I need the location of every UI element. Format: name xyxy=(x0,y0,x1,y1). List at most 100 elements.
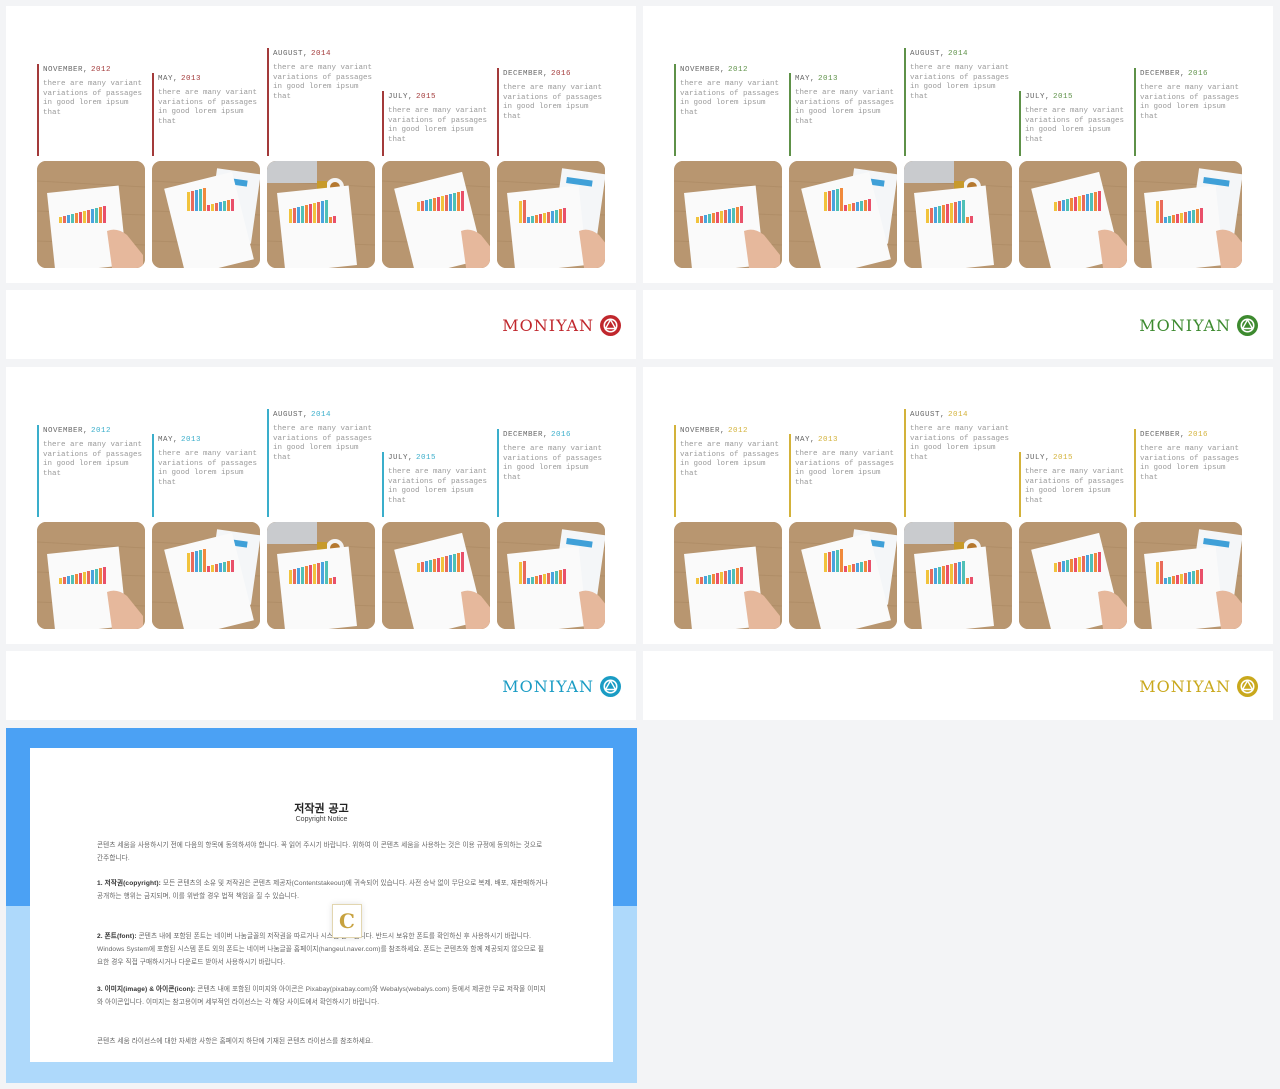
timeline-month: NOVEMBER, xyxy=(680,66,726,74)
brand-logo: MONIYAN xyxy=(1139,675,1258,697)
timeline-year: 2016 xyxy=(1188,70,1209,78)
notice-section-copyright-body: 모든 콘텐츠의 소유 및 저작권은 콘텐츠 제공자(Contentstakeou… xyxy=(97,880,548,900)
timeline-year: 2012 xyxy=(91,427,112,435)
notice-subtitle: Copyright Notice xyxy=(295,816,348,823)
timeline-marker-line xyxy=(789,73,791,156)
timeline-date: AUGUST, 2014 xyxy=(910,411,968,419)
chart-photo xyxy=(674,161,782,268)
timeline-date: MAY, 2013 xyxy=(158,75,201,83)
timeline-description: there are many variant variations of pas… xyxy=(158,450,258,487)
timeline-year: 2015 xyxy=(416,93,437,101)
timeline-slide-cyan: NOVEMBER, 2012 there are many variant vari… xyxy=(6,367,636,644)
timeline-date: NOVEMBER, 2012 xyxy=(43,66,111,74)
copyright-notice-slide: 저작권 공고 Copyright Notice 콘텐츠 세움을 사용하시기 전에… xyxy=(6,728,637,1083)
timeline-month: NOVEMBER, xyxy=(43,427,89,435)
timeline-description: there are many variant variations of pas… xyxy=(43,80,143,117)
timeline-month: AUGUST, xyxy=(273,411,309,419)
chart-photo xyxy=(1134,522,1242,629)
timeline-item: AUGUST, 2014 there are many variant variat… xyxy=(904,6,1012,276)
timeline-date: NOVEMBER, 2012 xyxy=(680,66,748,74)
chart-photo xyxy=(152,161,260,268)
timeline-item: AUGUST, 2014 there are many variant variat… xyxy=(267,6,375,276)
timeline-year: 2013 xyxy=(181,75,202,83)
timeline-date: DECEMBER, 2016 xyxy=(503,70,571,78)
notice-section-font-head: 2. 폰트(font): xyxy=(97,933,137,940)
timeline-item: AUGUST, 2014 there are many variant variat… xyxy=(904,367,1012,637)
timeline-description: there are many variant variations of pas… xyxy=(1025,107,1125,144)
timeline-date: MAY, 2013 xyxy=(795,75,838,83)
timeline-marker-line xyxy=(382,91,384,156)
timeline-date: JULY, 2015 xyxy=(1025,454,1073,462)
timeline-month: AUGUST, xyxy=(273,50,309,58)
timeline-description: there are many variant variations of pas… xyxy=(1140,84,1240,121)
timeline-marker-line xyxy=(1134,429,1136,517)
notice-card: 저작권 공고 Copyright Notice 콘텐츠 세움을 사용하시기 전에… xyxy=(30,748,613,1062)
timeline-item: AUGUST, 2014 there are many variant variat… xyxy=(267,367,375,637)
chart-photo xyxy=(1134,161,1242,268)
timeline-marker-line xyxy=(904,409,906,517)
timeline-slide-green: NOVEMBER, 2012 there are many variant vari… xyxy=(643,6,1273,283)
timeline-item: MAY, 2013 there are many variant variation… xyxy=(789,6,897,276)
timeline-marker-line xyxy=(674,425,676,517)
chart-photo xyxy=(789,161,897,268)
notice-section-font: 2. 폰트(font): 콘텐츠 내에 포함된 폰트는 네이버 나눔글꼴의 저작… xyxy=(97,931,549,969)
timeline-date: AUGUST, 2014 xyxy=(273,411,331,419)
timeline-item: MAY, 2013 there are many variant variation… xyxy=(789,367,897,637)
timeline-marker-line xyxy=(674,64,676,156)
timeline-item: NOVEMBER, 2012 there are many variant vari… xyxy=(674,367,782,637)
timeline-month: MAY, xyxy=(158,436,179,444)
timeline-description: there are many variant variations of pas… xyxy=(503,84,603,121)
brand-emblem-icon xyxy=(1237,675,1258,697)
notice-section-image: 3. 이미지(image) & 아이콘(icon): 콘텐츠 내에 포함된 이미… xyxy=(97,984,549,1010)
brand-emblem-icon xyxy=(600,314,621,336)
timeline-item: JULY, 2015 there are many variant variatio… xyxy=(382,6,490,276)
timeline-year: 2015 xyxy=(1053,454,1074,462)
timeline-marker-line xyxy=(152,434,154,517)
timeline-description: there are many variant variations of pas… xyxy=(1025,468,1125,505)
timeline-description: there are many variant variations of pas… xyxy=(388,468,488,505)
notice-section-copyright-head: 1. 저작권(copyright): xyxy=(97,880,161,887)
timeline-year: 2013 xyxy=(818,436,839,444)
timeline-date: JULY, 2015 xyxy=(388,93,436,101)
timeline-item: JULY, 2015 there are many variant variatio… xyxy=(1019,367,1127,637)
timeline-month: JULY, xyxy=(388,93,414,101)
timeline-item: NOVEMBER, 2012 there are many variant vari… xyxy=(674,6,782,276)
timeline-year: 2016 xyxy=(1188,431,1209,439)
timeline-item: NOVEMBER, 2012 there are many variant vari… xyxy=(37,367,145,637)
timeline-year: 2014 xyxy=(311,50,332,58)
timeline-item: DECEMBER, 2016 there are many variant vari… xyxy=(1134,367,1242,637)
timeline-item: JULY, 2015 there are many variant variatio… xyxy=(382,367,490,637)
timeline-marker-line xyxy=(382,452,384,517)
timeline-date: MAY, 2013 xyxy=(795,436,838,444)
timeline-description: there are many variant variations of pas… xyxy=(43,441,143,478)
timeline-month: AUGUST, xyxy=(910,50,946,58)
timeline-marker-line xyxy=(267,409,269,517)
slide-footer-cyan: MONIYAN xyxy=(6,651,636,720)
timeline-year: 2012 xyxy=(728,427,749,435)
timeline-marker-line xyxy=(497,68,499,156)
timeline-item: NOVEMBER, 2012 there are many variant vari… xyxy=(37,6,145,276)
brand-name: MONIYAN xyxy=(502,676,594,696)
timeline-month: DECEMBER, xyxy=(503,431,549,439)
chart-photo xyxy=(674,522,782,629)
timeline-marker-line xyxy=(152,73,154,156)
timeline-description: there are many variant variations of pas… xyxy=(680,441,780,478)
timeline-month: DECEMBER, xyxy=(1140,70,1186,78)
chart-photo xyxy=(497,522,605,629)
timeline-marker-line xyxy=(789,434,791,517)
timeline-month: JULY, xyxy=(1025,454,1051,462)
timeline-month: NOVEMBER, xyxy=(43,66,89,74)
chart-photo xyxy=(267,161,375,268)
timeline-date: JULY, 2015 xyxy=(388,454,436,462)
timeline-month: MAY, xyxy=(158,75,179,83)
timeline-year: 2013 xyxy=(181,436,202,444)
chart-photo xyxy=(1019,522,1127,629)
timeline-marker-line xyxy=(267,48,269,156)
timeline-description: there are many variant variations of pas… xyxy=(273,425,373,462)
brand-emblem-icon xyxy=(1237,314,1258,336)
timeline-year: 2014 xyxy=(311,411,332,419)
timeline-month: MAY, xyxy=(795,75,816,83)
brand-logo: MONIYAN xyxy=(502,675,621,697)
timeline-year: 2013 xyxy=(818,75,839,83)
timeline-month: JULY, xyxy=(1025,93,1051,101)
